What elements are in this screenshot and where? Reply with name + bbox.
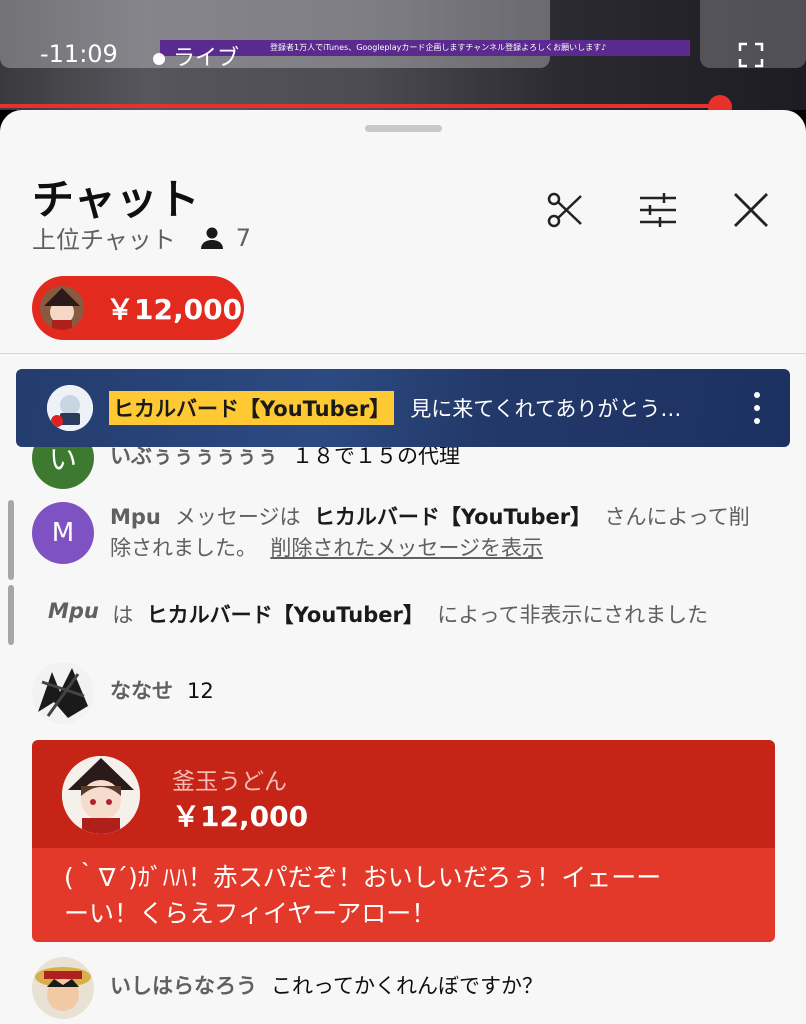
person-icon bbox=[200, 227, 223, 249]
message-author: いぶぅぅぅぅぅぅ bbox=[110, 444, 278, 468]
avatar bbox=[32, 957, 94, 1019]
pinned-superchat-amount: ￥12,000 bbox=[106, 293, 243, 326]
chat-mode-selector[interactable]: 上位チャット 7 bbox=[32, 220, 251, 255]
superchat-text-line2: ーい！くらえフィイヤーアロー！ bbox=[64, 899, 437, 928]
chat-mode-label: 上位チャット bbox=[32, 226, 176, 254]
filter-settings-icon[interactable] bbox=[638, 190, 678, 230]
scissors-icon[interactable] bbox=[545, 190, 585, 230]
message-text: １８で１５の代理 bbox=[292, 444, 460, 468]
announcement-banner[interactable]: ヒカルバード【YouTuber】 見に来てくれてありがとう… bbox=[16, 369, 790, 447]
deleted-notice-pre: メッセージは bbox=[174, 505, 301, 529]
avatar bbox=[32, 662, 94, 724]
superchat-avatar bbox=[62, 756, 140, 834]
chat-message-deleted[interactable]: M Mpu メッセージは ヒカルバード【YouTuber】 さんによって削 除され… bbox=[32, 502, 750, 564]
message-body: Mpu メッセージは ヒカルバード【YouTuber】 さんによって削 除されまし… bbox=[110, 502, 750, 564]
hidden-user-notice: Mpu は ヒカルバード【YouTuber】 によって非表示にされました bbox=[48, 599, 708, 629]
chat-message[interactable]: ななせ 12 bbox=[32, 662, 214, 724]
video-ticker: 登録者1万人でiTunes、Googleplayカード企画しますチャンネル登録よ… bbox=[160, 40, 690, 56]
superchat-text-line1: (｀∇´)ｶﾞﾊﾊ！赤スパだぞ！おいしいだろぅ！イェーー bbox=[64, 863, 662, 892]
message-body: いしはらなろう これってかくれんぼですか？ bbox=[110, 957, 543, 1019]
deleted-notice-post: さんによって削 bbox=[604, 505, 750, 529]
hidden-notice-pre: は bbox=[112, 603, 134, 627]
superchat-amount: ￥12,000 bbox=[172, 800, 309, 833]
live-indicator[interactable]: ライブ bbox=[153, 40, 239, 72]
moderation-indicator bbox=[8, 500, 14, 580]
moderation-indicator bbox=[8, 585, 14, 645]
header-divider bbox=[0, 353, 806, 354]
live-dot-icon bbox=[153, 53, 165, 65]
message-author: いしはらなろう bbox=[110, 974, 257, 998]
banner-author: ヒカルバード【YouTuber】 bbox=[109, 391, 395, 425]
message-text: 12 bbox=[187, 679, 214, 703]
moderator-name: ヒカルバード【YouTuber】 bbox=[146, 603, 424, 627]
superchat-author: 釜玉うどん bbox=[172, 769, 287, 795]
banner-avatar bbox=[47, 385, 93, 431]
hidden-notice-post: によって非表示にされました bbox=[437, 603, 709, 627]
close-icon[interactable] bbox=[731, 190, 771, 230]
superchat-card[interactable]: 釜玉うどん ￥12,000 (｀∇´)ｶﾞﾊﾊ！赤スパだぞ！おいしいだろぅ！イェ… bbox=[32, 740, 775, 942]
drag-handle[interactable] bbox=[365, 125, 442, 132]
video-player[interactable]: 登録者1万人でiTunes、Googleplayカード企画しますチャンネル登録よ… bbox=[0, 0, 806, 110]
message-author: Mpu bbox=[110, 505, 161, 529]
hidden-user-name: Mpu bbox=[48, 599, 99, 623]
superchat-message: (｀∇´)ｶﾞﾊﾊ！赤スパだぞ！おいしいだろぅ！イェーー ーい！くらえフィイヤー… bbox=[32, 848, 775, 942]
message-author: ななせ bbox=[110, 679, 173, 703]
chat-panel: チャット 上位チャット 7 ￥12,000 い いぶぅぅぅぅぅぅ １８で１５の代… bbox=[0, 110, 806, 1024]
banner-text: 見に来てくれてありがとう… bbox=[410, 397, 682, 421]
message-body: ななせ 12 bbox=[110, 662, 214, 724]
superchat-header: 釜玉うどん ￥12,000 bbox=[32, 740, 775, 848]
pinned-superchat-ticker[interactable]: ￥12,000 bbox=[32, 276, 244, 340]
fullscreen-icon[interactable] bbox=[738, 42, 764, 68]
progress-bar[interactable] bbox=[0, 104, 720, 108]
more-vert-icon[interactable] bbox=[754, 391, 760, 425]
show-deleted-message-link[interactable]: 削除されたメッセージを表示 bbox=[270, 536, 543, 560]
deleted-notice-post2: 除されました。 bbox=[110, 536, 257, 560]
chat-message[interactable]: いしはらなろう これってかくれんぼですか？ bbox=[32, 957, 543, 1019]
chat-title: チャット bbox=[32, 175, 200, 224]
pinned-superchat-avatar bbox=[40, 286, 84, 330]
avatar: M bbox=[32, 502, 94, 564]
message-text: これってかくれんぼですか？ bbox=[271, 974, 543, 998]
time-remaining: -11:09 bbox=[40, 40, 118, 68]
moderator-name: ヒカルバード【YouTuber】 bbox=[313, 505, 592, 529]
live-label: ライブ bbox=[173, 46, 240, 71]
viewer-count: 7 bbox=[200, 224, 251, 252]
viewer-count-value: 7 bbox=[235, 223, 252, 252]
